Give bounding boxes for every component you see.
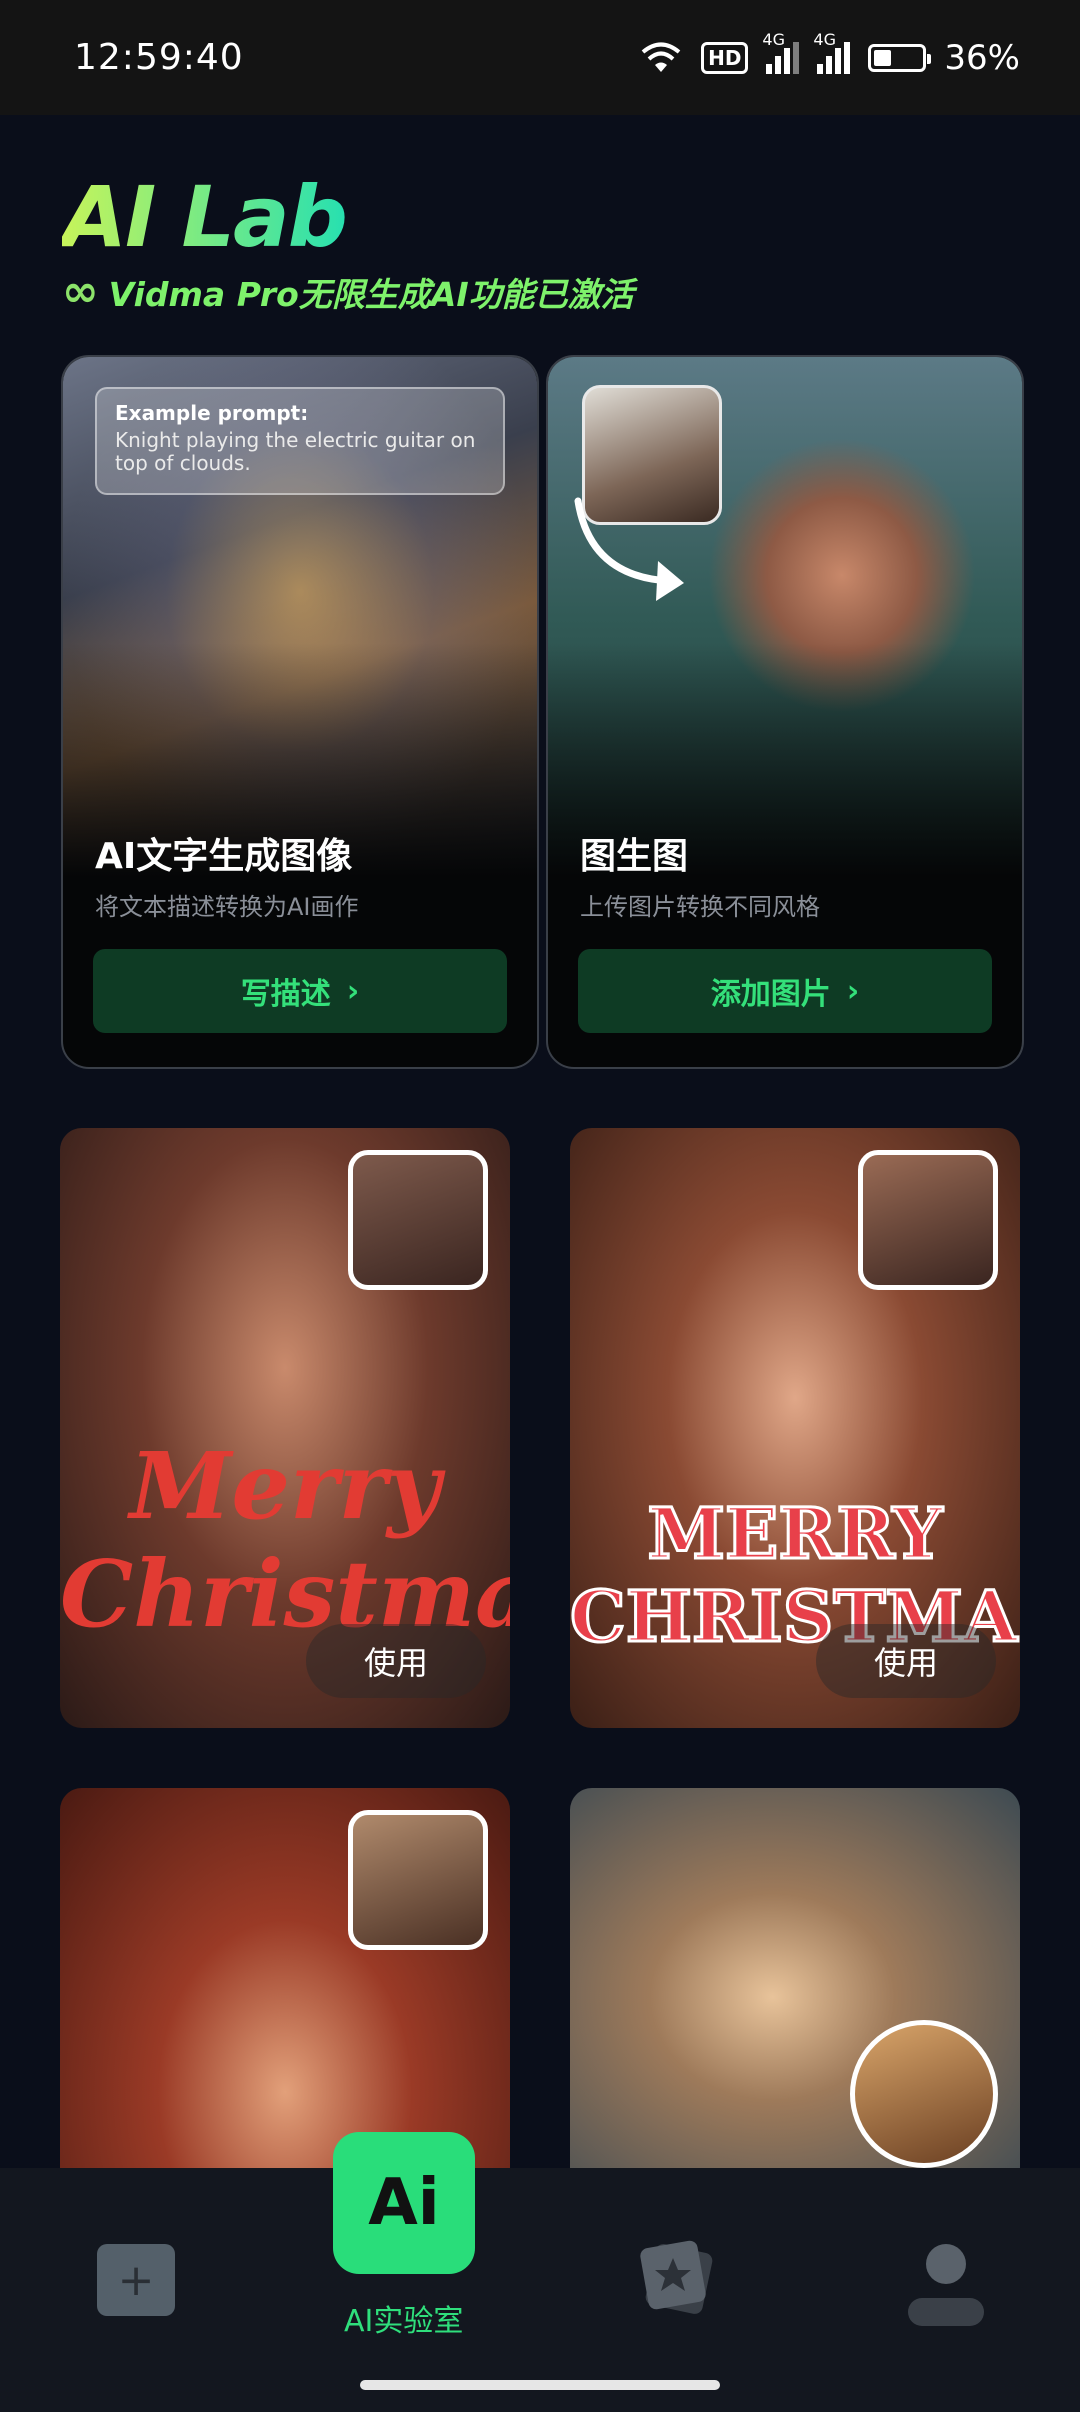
template-card[interactable]: Merry Christmas 使用 [60,1128,510,1728]
template-source-thumbnail [348,1150,488,1290]
pro-status: ∞ Vidma Pro无限生成AI功能已激活 [62,268,634,316]
text-to-image-card[interactable]: Example prompt: Knight playing the elect… [61,355,539,1069]
hd-badge: HD [701,41,749,74]
chevron-right-icon: › [846,973,860,1009]
home-indicator[interactable] [360,2380,720,2390]
nav-favorites-button[interactable] [636,2236,722,2322]
page-title: AI Lab [62,168,348,266]
use-template-button[interactable]: 使用 [816,1624,996,1698]
template-source-thumbnail [858,1150,998,1290]
battery-percent: 36% [944,37,1020,78]
plus-icon: + [117,2254,155,2306]
wifi-icon [641,42,681,72]
signal-icon: 4G [813,30,851,74]
template-card[interactable] [60,1788,510,2168]
user-icon [926,2244,966,2284]
status-time: 12:59:40 [74,37,244,78]
nav-create-button[interactable]: + [97,2244,175,2316]
example-prompt-box: Example prompt: Knight playing the elect… [95,387,505,495]
battery-icon [868,43,932,72]
nav-ai-lab-button[interactable]: Ai [333,2132,475,2274]
curved-arrow-icon [574,497,684,601]
template-source-thumbnail [850,2020,998,2168]
feature-desc: 将文本描述转换为AI画作 [95,893,359,921]
template-card[interactable] [570,1788,1020,2168]
nav-profile-button[interactable] [906,2240,986,2330]
template-source-thumbnail [348,1810,488,1950]
image-to-image-card[interactable]: 图生图 上传图片转换不同风格 添加图片 › [546,355,1024,1069]
merry-christmas-overlay: Merry Christmas [60,1432,510,1648]
chevron-right-icon: › [346,973,360,1009]
feature-desc: 上传图片转换不同风格 [580,893,820,921]
feature-title: AI文字生成图像 [95,836,353,877]
status-bar: 12:59:40 HD 4G 4G 36% [0,0,1080,115]
status-icons: HD 4G 4G 36% [639,30,1020,78]
use-template-button[interactable]: 使用 [306,1624,486,1698]
button-label: 添加图片 [710,977,831,1012]
infinity-icon: ∞ [62,266,99,317]
bottom-nav: + Ai AI实验室 [0,2132,1080,2412]
add-image-button[interactable]: 添加图片 › [578,949,992,1033]
example-prompt-text: Knight playing the electric guitar on to… [115,428,476,475]
ai-icon: Ai [368,2166,440,2240]
feature-title: 图生图 [580,836,689,877]
pro-status-text: Vidma Pro无限生成AI功能已激活 [108,275,634,314]
button-label: 写描述 [240,977,331,1012]
write-description-button[interactable]: 写描述 › [93,949,507,1033]
nav-ai-lab-label[interactable]: AI实验室 [344,2296,463,2340]
example-prompt-title: Example prompt: [115,401,309,425]
template-card[interactable]: MERRY CHRISTMAS 使用 [570,1128,1020,1728]
signal-icon: 4G [762,30,800,74]
